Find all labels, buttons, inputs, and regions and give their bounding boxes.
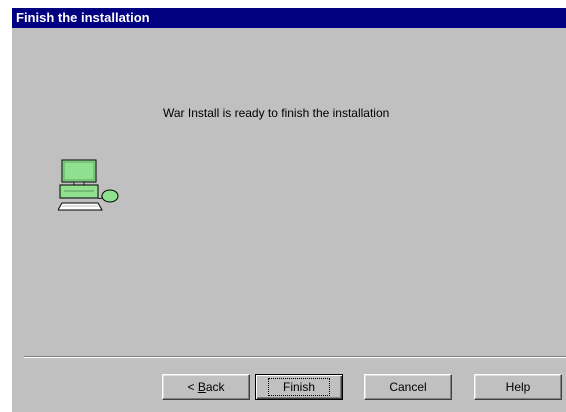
status-message: War Install is ready to finish the insta… — [163, 106, 390, 120]
computer-icon — [58, 159, 119, 211]
title-bar[interactable]: Finish the installation — [12, 8, 566, 28]
help-button[interactable]: Help — [474, 374, 562, 400]
back-prefix: < — [187, 380, 198, 394]
window-title: Finish the installation — [16, 10, 150, 25]
cancel-button[interactable]: Cancel — [364, 374, 452, 400]
back-label-rest: ack — [205, 380, 225, 394]
finish-label: Finish — [267, 378, 330, 396]
help-label: Help — [505, 380, 531, 394]
installer-dialog: Finish the installation War Install is r… — [12, 8, 566, 412]
button-separator — [24, 356, 566, 358]
cancel-label: Cancel — [389, 380, 427, 394]
back-accelerator: B — [197, 380, 206, 394]
finish-button[interactable]: Finish — [255, 374, 343, 400]
back-button[interactable]: < Back — [162, 374, 250, 400]
